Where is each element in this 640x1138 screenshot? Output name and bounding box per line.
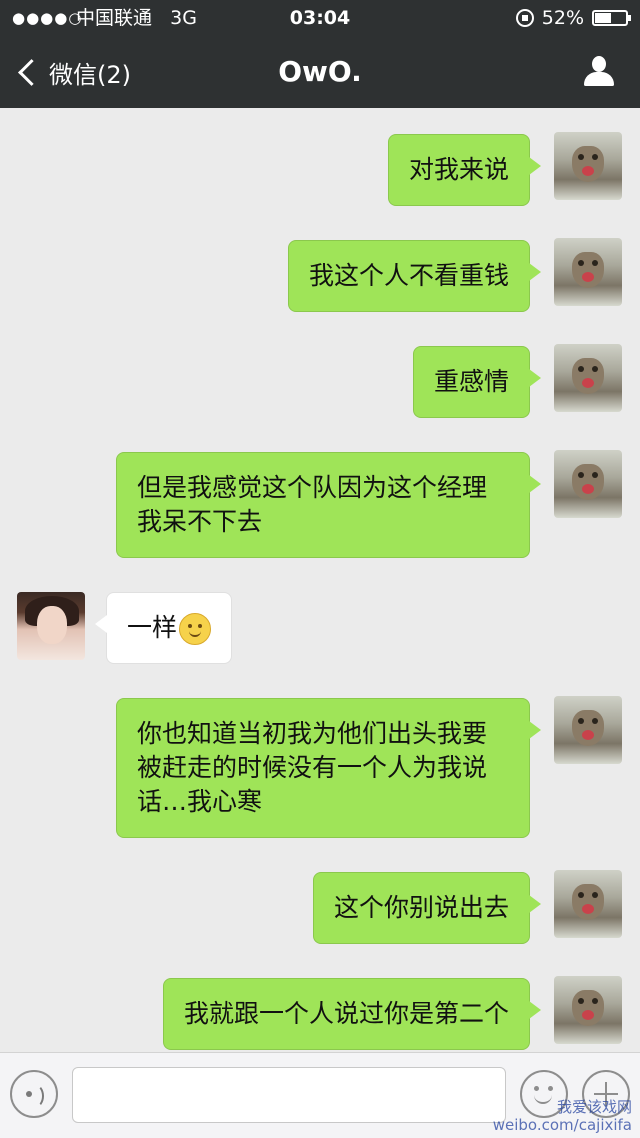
message-row: 一样 xyxy=(0,590,640,664)
input-bar: 我爱该戏网 weibo.com/cajixifa xyxy=(0,1052,640,1138)
message-bubble-sent[interactable]: 但是我感觉这个队因为这个经理我呆不下去 xyxy=(116,452,541,558)
battery-fill xyxy=(595,13,611,23)
status-right: 52% xyxy=(515,0,631,36)
message-input[interactable] xyxy=(72,1067,506,1123)
top-bar: ●●●●○ 中国联通 3G 03:04 52% 微信(2) OwO. xyxy=(0,0,640,108)
message-bubble-sent[interactable]: 这个你别说出去 xyxy=(312,872,542,944)
message-row: 你也知道当初我为他们出头我要被赶走的时候没有一个人为我说话…我心寒 xyxy=(0,696,640,838)
battery-percent: 52% xyxy=(541,7,584,29)
my-avatar[interactable] xyxy=(554,696,622,764)
status-bar: ●●●●○ 中国联通 3G 03:04 52% xyxy=(0,0,640,36)
message-bubble-sent[interactable]: 我这个人不看重钱 xyxy=(287,240,542,312)
my-avatar[interactable] xyxy=(554,344,622,412)
my-avatar[interactable] xyxy=(554,450,622,518)
message-bubble-sent[interactable]: 重感情 xyxy=(412,346,542,418)
my-avatar[interactable] xyxy=(554,870,622,938)
watermark-title: 我爱该戏网 xyxy=(556,1098,632,1116)
nav-bar: 微信(2) OwO. xyxy=(0,36,640,108)
profile-icon[interactable] xyxy=(584,56,614,88)
message-bubble-sent[interactable]: 你也知道当初我为他们出头我要被赶走的时候没有一个人为我说话…我心寒 xyxy=(116,698,541,838)
chat-area[interactable]: 对我来说 我这个人不看重钱 重感情 但是我感觉这个队因为这个经理我呆不下去 一样… xyxy=(0,108,640,1052)
my-avatar[interactable] xyxy=(554,238,622,306)
message-bubble-received[interactable]: 一样 xyxy=(94,592,233,664)
message-row: 我就跟一个人说过你是第二个 xyxy=(0,976,640,1050)
my-avatar[interactable] xyxy=(554,132,622,200)
message-row: 重感情 xyxy=(0,344,640,418)
message-bubble-sent[interactable]: 对我来说 xyxy=(387,134,542,206)
chat-title: OwO. xyxy=(278,55,362,88)
voice-button[interactable] xyxy=(10,1070,58,1118)
smile-icon xyxy=(179,613,212,645)
contact-avatar[interactable] xyxy=(17,592,85,660)
message-row: 这个你别说出去 xyxy=(0,870,640,944)
battery-icon xyxy=(592,10,631,26)
message-text: 一样 xyxy=(127,613,178,642)
watermark: 我爱该戏网 weibo.com/cajixifa xyxy=(493,1098,632,1134)
message-bubble-sent[interactable]: 我就跟一个人说过你是第二个 xyxy=(162,978,542,1050)
message-row: 对我来说 xyxy=(0,132,640,206)
message-row: 我这个人不看重钱 xyxy=(0,238,640,312)
message-row: 但是我感觉这个队因为这个经理我呆不下去 xyxy=(0,450,640,558)
rotation-lock-icon xyxy=(515,9,534,27)
my-avatar[interactable] xyxy=(554,976,622,1044)
watermark-url: weibo.com/cajixifa xyxy=(492,1116,632,1134)
